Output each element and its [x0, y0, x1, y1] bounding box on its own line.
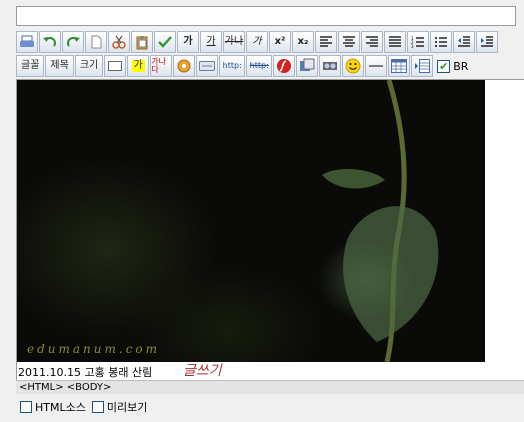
paste-button[interactable]	[131, 31, 153, 53]
redo-button[interactable]	[62, 31, 84, 53]
size-select-button[interactable]: 크기	[74, 55, 104, 77]
align-center-button[interactable]	[338, 31, 360, 53]
strikethrough-icon: 가나	[224, 36, 244, 47]
subscript-button[interactable]: x₂	[292, 31, 314, 53]
photo-caption: 2011.10.15 고홍 봉래 산림	[18, 366, 153, 379]
insert-table-icon[interactable]	[388, 55, 411, 77]
title-input[interactable]	[16, 6, 516, 26]
font-select-button[interactable]: 글꼴	[16, 55, 45, 77]
superscript-button[interactable]: x²	[269, 31, 291, 53]
text-box-button[interactable]	[104, 55, 127, 77]
highlight-color-button[interactable]: 가	[127, 55, 150, 77]
insert-image-icon[interactable]	[296, 55, 319, 77]
italic-icon: 가	[252, 36, 262, 47]
editor-area[interactable]: edumanum.com 2011.10.15 고홍 봉래 산림 글쓰기	[16, 79, 524, 380]
subscript-icon: x₂	[297, 36, 309, 47]
table-properties-icon[interactable]	[411, 55, 434, 77]
print-button[interactable]	[16, 31, 38, 53]
horizontal-rule-icon[interactable]	[365, 55, 388, 77]
insert-media-icon[interactable]	[319, 55, 342, 77]
html-source-option[interactable]: HTML소스	[20, 399, 86, 415]
preview-label: 미리보기	[106, 401, 148, 414]
smiley-icon[interactable]	[342, 55, 365, 77]
flash-icon[interactable]	[273, 55, 296, 77]
ordered-list-button[interactable]: 123	[407, 31, 429, 53]
unordered-list-button[interactable]	[430, 31, 452, 53]
format-toolbar-row-1: 가 가 가나 가 x² x₂ 123	[16, 31, 498, 53]
strikethrough-button[interactable]: 가나	[223, 31, 245, 53]
cut-button[interactable]	[108, 31, 130, 53]
insert-link-button[interactable]: http:	[219, 55, 246, 77]
br-option[interactable]: ✔ BR	[437, 55, 468, 77]
preview-checkbox[interactable]	[91, 401, 104, 413]
leaf-stem-illustration	[322, 80, 439, 362]
format-toolbar-row-2: 글꼴 제목 크기 가 가나다 http: http: ✔ BR	[16, 55, 468, 77]
underline-icon: 가	[206, 36, 216, 47]
preview-option[interactable]: 미리보기	[91, 399, 148, 415]
emoticon-icon[interactable]	[173, 55, 196, 77]
new-document-button[interactable]	[85, 31, 107, 53]
underline-button[interactable]: 가	[200, 31, 222, 53]
leaf-photo: edumanum.com	[17, 80, 485, 362]
svg-text:3: 3	[411, 44, 414, 48]
br-checkbox[interactable]: ✔	[437, 59, 451, 73]
element-path: <HTML> <BODY>	[19, 382, 112, 393]
indent-button[interactable]	[476, 31, 498, 53]
handwritten-note: 글쓰기	[183, 363, 222, 379]
element-path-bar: <HTML> <BODY>	[16, 380, 524, 394]
keyboard-icon[interactable]	[196, 55, 219, 77]
remove-link-button[interactable]: http:	[246, 55, 273, 77]
font-color-button[interactable]: 가나다	[150, 55, 173, 77]
justify-button[interactable]	[384, 31, 406, 53]
superscript-icon: x²	[274, 36, 286, 47]
heading-select-button[interactable]: 제목	[45, 55, 74, 77]
photo-watermark: edumanum.com	[27, 342, 161, 356]
bold-button[interactable]: 가	[177, 31, 199, 53]
align-right-button[interactable]	[361, 31, 383, 53]
outdent-button[interactable]	[453, 31, 475, 53]
html-source-label: HTML소스	[35, 401, 86, 414]
editor-mode-options: HTML소스 미리보기	[20, 399, 147, 415]
br-label: BR	[453, 59, 469, 73]
spellcheck-icon[interactable]	[154, 31, 176, 53]
italic-button[interactable]: 가	[246, 31, 268, 53]
align-left-button[interactable]	[315, 31, 337, 53]
bold-icon: 가	[183, 36, 193, 47]
undo-button[interactable]	[39, 31, 61, 53]
html-source-checkbox[interactable]	[20, 401, 32, 413]
